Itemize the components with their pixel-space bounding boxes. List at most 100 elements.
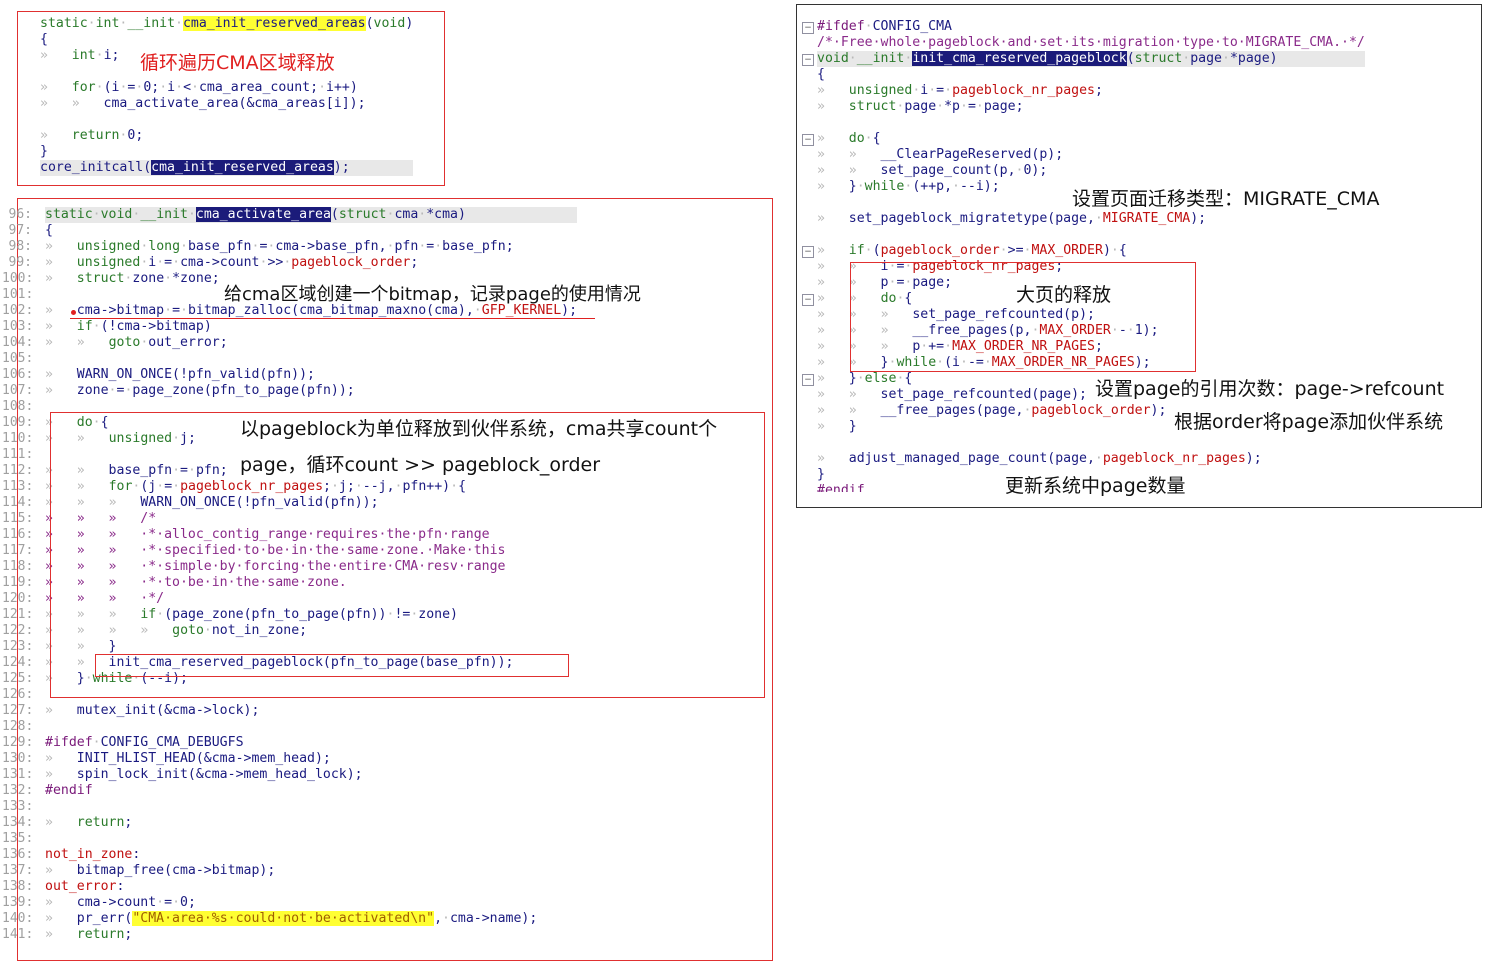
code-line: » spin_lock_init(&cma->mem_head_lock); — [45, 767, 363, 782]
line-number: 115: — [2, 511, 34, 526]
code-line: » if·(pageblock_order·>=·MAX_ORDER)·{ — [817, 243, 1127, 258]
line-number: 141: — [2, 927, 34, 942]
line-number: 113: — [2, 479, 34, 494]
line-number: 111: — [2, 447, 34, 462]
code-line: » » set_page_count(p,·0); — [817, 163, 1048, 178]
minus-icon[interactable]: − — [802, 374, 814, 386]
code-line: » return·0; — [40, 128, 144, 143]
line-number: 119: — [2, 575, 34, 590]
line-number: 131: — [2, 767, 34, 782]
code-line: » return; — [45, 927, 133, 942]
line-number: 124: — [2, 655, 34, 670]
line-number: 134: — [2, 815, 34, 830]
code-line: » WARN_ON_ONCE(!pfn_valid(pfn)); — [45, 367, 315, 382]
line-number: 105: — [2, 351, 34, 366]
bitmap-dot-marker — [71, 310, 76, 315]
line-number: 118: — [2, 559, 34, 574]
line-number: 102: — [2, 303, 34, 318]
code-line: » adjust_managed_page_count(page,·pagebl… — [817, 451, 1262, 466]
code-line: not_in_zone: — [45, 847, 141, 862]
line-number: 108: — [2, 399, 34, 414]
code-line: » » cma_activate_area(&cma_areas[i]); — [40, 96, 366, 111]
line-number: 116: — [2, 527, 34, 542]
line-number: 109: — [2, 415, 34, 430]
code-line: » unsigned·i·=·pageblock_nr_pages; — [817, 83, 1103, 98]
code-line: » set_pageblock_migratetype(page,·MIGRAT… — [817, 211, 1207, 226]
panel1-code: static·int·__init·cma_init_reserved_area… — [40, 16, 414, 176]
panel2-note-pageblock-line2: page，循环count >> pageblock_order — [240, 454, 601, 476]
panel2-note-pageblock-line1: 以pageblock为单位释放到伙伴系统，cma共享count个 — [240, 418, 718, 440]
line-number: 97: — [8, 223, 32, 238]
line-number: 130: — [2, 751, 34, 766]
line-number: 98: — [8, 239, 32, 254]
line-number: 138: — [2, 879, 34, 894]
line-number: 135: — [2, 831, 34, 846]
line-number: 106: — [2, 367, 34, 382]
line-number: 128: — [2, 719, 34, 734]
code-line: #ifdef·CONFIG_CMA_DEBUGFS — [45, 735, 244, 750]
line-number: 126: — [2, 687, 34, 702]
line-number: 133: — [2, 799, 34, 814]
line-number: 140: — [2, 911, 34, 926]
code-line: » cma->count·=·0; — [45, 895, 196, 910]
code-line: static·int·__init·cma_init_reserved_area… — [40, 16, 414, 31]
line-number: 121: — [2, 607, 34, 622]
code-line: » unsigned·long·base_pfn·=·cma->base_pfn… — [45, 239, 514, 254]
bigpage-free-box — [850, 262, 1196, 372]
minus-icon[interactable]: − — [802, 246, 814, 258]
code-line: » struct·page·*p·=·page; — [817, 99, 1024, 114]
code-line: { — [45, 223, 53, 238]
code-line: » zone·=·page_zone(pfn_to_page(pfn)); — [45, 383, 355, 398]
code-line: » INIT_HLIST_HEAD(&cma->mem_head); — [45, 751, 331, 766]
code-line: » » goto·out_error; — [45, 335, 228, 350]
panel1-note-loop: 循环遍历CMA区域释放 — [140, 52, 335, 74]
code-line: core_initcall(cma_init_reserved_areas); — [40, 160, 414, 176]
code-line: » return; — [45, 815, 133, 830]
line-number: 139: — [2, 895, 34, 910]
panel2-note-bitmap: 给cma区域创建一个bitmap，记录page的使用情况 — [224, 284, 641, 305]
bitmap-underline — [70, 318, 595, 319]
code-line: » for·(i·=·0;·i·<·cma_area_count;·i++) — [40, 80, 358, 95]
code-line: » bitmap_free(cma->bitmap); — [45, 863, 276, 878]
panel3-note-bigpage: 大页的释放 — [1016, 284, 1112, 306]
code-line: » if·(!cma->bitmap) — [45, 319, 212, 334]
panel3-note-migrate: 设置页面迁移类型：MIGRATE_CMA — [1072, 188, 1380, 210]
code-line: } — [40, 144, 48, 159]
minus-icon[interactable]: − — [802, 294, 814, 306]
code-line: #endif — [45, 783, 93, 798]
line-number: 99: — [8, 255, 32, 270]
code-line: out_error: — [45, 879, 125, 894]
line-number: 114: — [2, 495, 34, 510]
minus-icon[interactable]: − — [802, 22, 814, 34]
line-number: 132: — [2, 783, 34, 798]
line-number: 120: — [2, 591, 34, 606]
panel3-note-refcount: 设置page的引用次数：page->refcount — [1095, 378, 1445, 400]
code-line: » unsigned·i·=·cma->count·>>·pageblock_o… — [45, 255, 419, 270]
code-line: #ifdef·CONFIG_CMA — [817, 19, 952, 34]
code-line: » do·{ — [817, 131, 881, 146]
line-number: 136: — [2, 847, 34, 862]
line-number: 122: — [2, 623, 34, 638]
line-number: 96: — [8, 207, 32, 222]
minus-icon[interactable]: − — [802, 134, 814, 146]
line-number: 117: — [2, 543, 34, 558]
panel3-note-order: 根据order将page添加伙伴系统 — [1174, 411, 1444, 433]
code-line: /*·Free·whole·pageblock·and·set·its·migr… — [817, 35, 1365, 50]
line-number: 129: — [2, 735, 34, 750]
code-line: void·__init·init_cma_reserved_pageblock(… — [817, 51, 1365, 67]
code-line: » pr_err("CMA·area·%s·could·not·be·activ… — [45, 911, 538, 926]
line-number: 104: — [2, 335, 34, 350]
panel3-note-update: 更新系统中page数量 — [1005, 475, 1186, 497]
line-number: 107: — [2, 383, 34, 398]
line-number: 123: — [2, 639, 34, 654]
code-line: » » __ClearPageReserved(p); — [817, 147, 1064, 162]
minus-icon[interactable]: − — [802, 54, 814, 66]
